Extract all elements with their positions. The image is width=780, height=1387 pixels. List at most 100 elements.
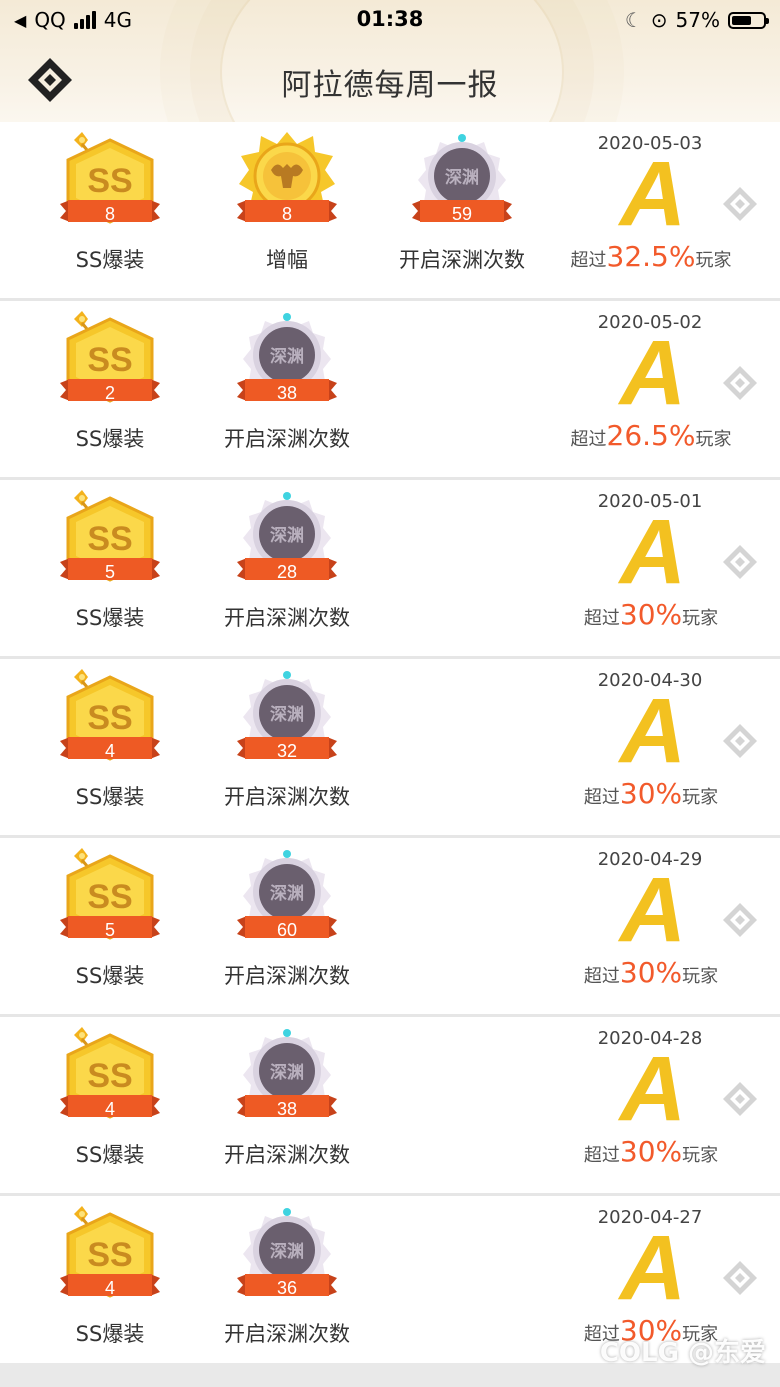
ss-medal-icon: SS 5 <box>60 488 160 598</box>
badge-art-text: SS <box>87 341 132 379</box>
badge-label: SS爆装 <box>75 1322 145 1346</box>
rank-suffix: 玩家 <box>695 250 732 271</box>
abyss-medal-icon: 深渊 32 <box>237 667 337 777</box>
badge-label: SS爆装 <box>75 785 145 809</box>
rank-suffix: 玩家 <box>695 429 732 450</box>
badge-art-text: 深渊 <box>270 525 304 546</box>
abyss-medal-icon: 深渊 38 <box>237 309 337 419</box>
detail-diamond-icon[interactable] <box>722 544 758 580</box>
grade-letter: A <box>619 501 687 603</box>
badge-count: 38 <box>276 383 298 403</box>
badge-art-text: SS <box>87 878 132 916</box>
badge-label: 开启深渊次数 <box>224 785 350 809</box>
badge-count: 5 <box>104 920 115 940</box>
badge-art-text: 深渊 <box>270 704 304 725</box>
grade-letter: A <box>619 859 687 961</box>
battery-icon <box>728 11 769 29</box>
detail-diamond-icon[interactable] <box>722 365 758 401</box>
rank-text: 超过30%玩家 <box>556 777 746 810</box>
badge-count: 4 <box>104 741 115 761</box>
rank-text: 超过30%玩家 <box>556 598 746 631</box>
ss-medal-icon: SS 2 <box>60 309 160 419</box>
rank-prefix: 超过 <box>570 429 607 450</box>
header: ◀ QQ 4G 01:38 ☾ ⊙ 57% 阿拉德每周一报 <box>0 0 780 122</box>
badge-art-text: 深渊 <box>270 346 304 367</box>
orientation-lock-icon: ⊙ <box>650 8 668 32</box>
abyss-medal-icon: 深渊 36 <box>237 1204 337 1314</box>
detail-diamond-icon[interactable] <box>722 902 758 938</box>
report-row[interactable]: SS 5 SS爆装 深渊 28 开启深渊次数 2020-05-01 A 超过30%玩家 <box>0 480 780 659</box>
detail-diamond-icon[interactable] <box>722 186 758 222</box>
badge-count: 8 <box>281 204 292 224</box>
rank-suffix: 玩家 <box>682 787 719 808</box>
rank-prefix: 超过 <box>583 966 620 987</box>
grade-letter: A <box>619 322 687 424</box>
ss-medal-icon: SS 4 <box>60 1204 160 1314</box>
status-bar: ◀ QQ 4G 01:38 ☾ ⊙ 57% <box>0 0 780 40</box>
badge-count: 5 <box>104 562 115 582</box>
moon-icon: ☾ <box>624 8 643 32</box>
grade-letter: A <box>619 680 687 782</box>
rank-prefix: 超过 <box>583 1145 620 1166</box>
amplify-medal-icon: 8 <box>237 130 337 240</box>
badge-label: SS爆装 <box>75 248 145 272</box>
abyss-medal-icon: 深渊 60 <box>237 846 337 956</box>
page-title: 阿拉德每周一报 <box>281 68 499 103</box>
abyss-medal-icon: 深渊 59 <box>412 130 512 240</box>
report-row[interactable]: SS 2 SS爆装 深渊 38 开启深渊次数 2020-05-02 A 超过26.5%玩家 <box>0 301 780 480</box>
badge-art-text: SS <box>87 1057 132 1095</box>
detail-diamond-icon[interactable] <box>722 723 758 759</box>
report-row[interactable]: SS 5 SS爆装 深渊 60 开启深渊次数 2020-04-29 A 超过30%玩家 <box>0 838 780 1017</box>
detail-diamond-icon[interactable] <box>722 1081 758 1117</box>
badge-label: SS爆装 <box>75 964 145 988</box>
rank-prefix: 超过 <box>583 608 620 629</box>
badge-count: 32 <box>276 741 298 761</box>
badge-count: 2 <box>104 383 115 403</box>
grade-letter: A <box>619 143 687 245</box>
rank-percent: 32.5% <box>606 240 696 273</box>
battery-percent: 57% <box>675 8 720 32</box>
badge-label: SS爆装 <box>75 606 145 630</box>
rank-percent: 26.5% <box>606 419 696 452</box>
report-row[interactable]: SS 8 SS爆装 8 增幅 深渊 59 开启深渊次数 2020-05-03 A 超过32.5%玩家 <box>0 122 780 301</box>
rank-percent: 30% <box>619 777 683 810</box>
ss-medal-icon: SS 5 <box>60 846 160 956</box>
detail-diamond-icon[interactable] <box>722 1260 758 1296</box>
badge-count: 4 <box>104 1099 115 1119</box>
badge-art-text: SS <box>87 1236 132 1274</box>
badge-art-text: 深渊 <box>445 167 479 188</box>
abyss-medal-icon: 深渊 28 <box>237 488 337 598</box>
badge-count: 38 <box>276 1099 298 1119</box>
abyss-medal-icon: 深渊 38 <box>237 1025 337 1135</box>
badge-art-text: SS <box>87 520 132 558</box>
ss-medal-icon: SS 8 <box>60 130 160 240</box>
badge-art-text: 深渊 <box>270 1062 304 1083</box>
badge-label: 开启深渊次数 <box>224 964 350 988</box>
rank-percent: 30% <box>619 956 683 989</box>
badge-art-text: 深渊 <box>270 883 304 904</box>
rank-prefix: 超过 <box>583 787 620 808</box>
rank-text: 超过30%玩家 <box>556 1135 746 1168</box>
rank-suffix: 玩家 <box>682 966 719 987</box>
watermark: COLG @东爱 <box>599 1338 766 1368</box>
badge-label: 开启深渊次数 <box>224 606 350 630</box>
rank-suffix: 玩家 <box>682 1145 719 1166</box>
badge-art-text: 深渊 <box>270 1241 304 1262</box>
rank-percent: 30% <box>619 598 683 631</box>
badge-label: 开启深渊次数 <box>224 1322 350 1346</box>
badge-count: 60 <box>276 920 298 940</box>
badge-label: 增幅 <box>266 248 308 272</box>
ss-medal-icon: SS 4 <box>60 667 160 777</box>
badge-label: 开启深渊次数 <box>399 248 525 272</box>
ss-medal-icon: SS 4 <box>60 1025 160 1135</box>
badge-count: 8 <box>104 204 115 224</box>
badge-label: SS爆装 <box>75 427 145 451</box>
badge-art-text: SS <box>87 162 132 200</box>
rank-text: 超过30%玩家 <box>556 956 746 989</box>
badge-count: 36 <box>276 1278 298 1298</box>
report-row[interactable]: SS 4 SS爆装 深渊 32 开启深渊次数 2020-04-30 A 超过30%玩家 <box>0 659 780 838</box>
report-row[interactable]: SS 4 SS爆装 深渊 38 开启深渊次数 2020-04-28 A 超过30%玩家 <box>0 1017 780 1196</box>
grade-letter: A <box>619 1217 687 1319</box>
badge-count: 59 <box>451 204 473 224</box>
badge-art-text: SS <box>87 699 132 737</box>
